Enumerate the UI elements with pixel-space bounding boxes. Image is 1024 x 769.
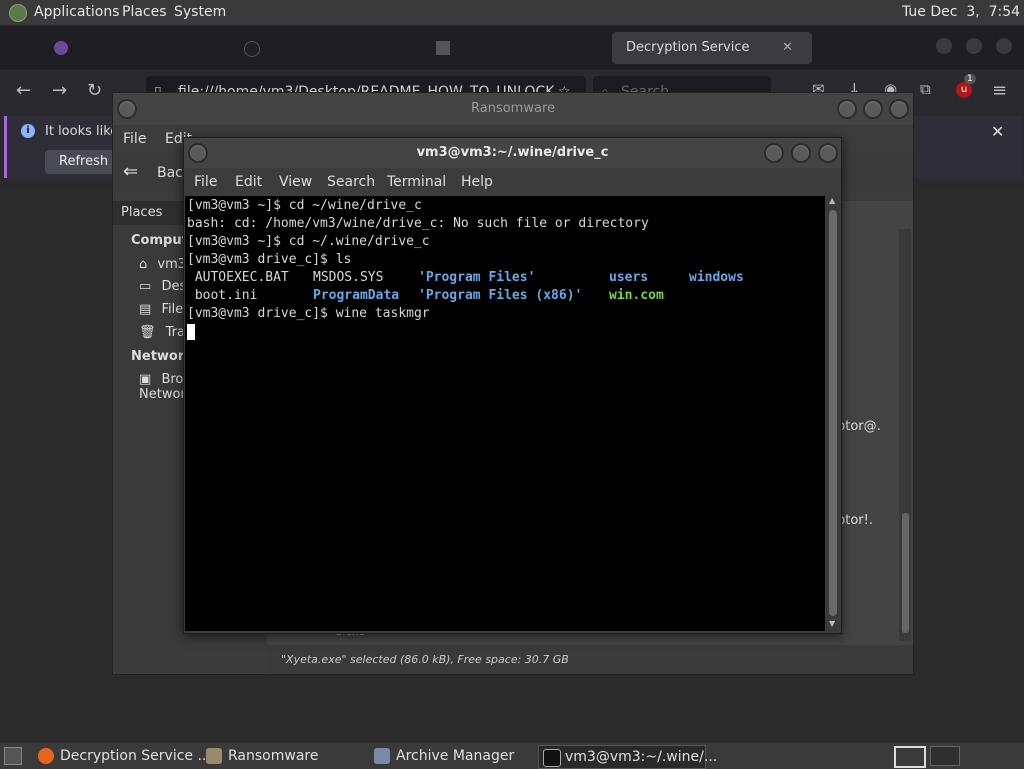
workspace-switcher-icon[interactable] — [894, 746, 926, 768]
workspace-switcher-icon[interactable] — [930, 746, 960, 766]
file-label-partial[interactable]: ptor!. — [837, 513, 873, 528]
top-panel: Applications Places System Tue Dec 3, 7:… — [0, 0, 1024, 26]
fm-scrollbar[interactable] — [899, 229, 911, 641]
terminal-menu-help[interactable]: Help — [461, 174, 493, 190]
back-icon[interactable]: ⇐ — [123, 161, 138, 182]
clock[interactable]: Tue Dec 3, 7:54 PM — [902, 4, 1024, 20]
system-menu[interactable]: System — [174, 4, 226, 20]
terminal-close-icon[interactable] — [818, 143, 838, 163]
ls-entry: AUTOEXEC.BAT — [187, 270, 289, 285]
ls-entry-exe: win.com — [609, 288, 664, 303]
window-maximize-icon[interactable] — [966, 38, 982, 54]
notice-text: It looks like — [45, 124, 119, 139]
fm-window-menu-icon[interactable] — [117, 99, 137, 119]
terminal-maximize-icon[interactable] — [791, 143, 811, 163]
fm-maximize-icon[interactable] — [863, 99, 883, 119]
fm-scrollbar-thumb[interactable] — [902, 513, 909, 633]
archive-icon — [374, 748, 390, 764]
taskbar-item-filemanager[interactable]: Ransomware — [202, 745, 378, 767]
terminal-line: [vm3@vm3 drive_c]$ ls — [187, 252, 352, 267]
ls-entry: boot.ini — [187, 288, 258, 303]
taskbar-item-browser[interactable]: Decryption Service ... — [34, 745, 216, 767]
browser-tab-active[interactable]: Decryption Service ✕ — [612, 32, 812, 64]
taskbar-item-terminal[interactable]: vm3@vm3:~/.wine/... — [538, 745, 717, 769]
folder-icon — [206, 748, 222, 764]
fm-close-icon[interactable] — [889, 99, 909, 119]
bottom-taskbar: Decryption Service ... Ransomware Archiv… — [0, 742, 1024, 769]
info-icon: i — [21, 124, 35, 138]
file-label-partial[interactable]: ptor@. — [837, 419, 881, 434]
window-minimize-icon[interactable] — [936, 38, 952, 54]
terminal-line: [vm3@vm3 drive_c]$ wine taskmgr — [187, 306, 430, 321]
trash-icon: 🗑 — [139, 325, 156, 340]
places-menu[interactable]: Places — [122, 4, 167, 20]
terminal-menu-terminal[interactable]: Terminal — [387, 174, 446, 190]
terminal-cursor — [187, 324, 195, 340]
forward-arrow-icon[interactable]: → — [52, 80, 67, 101]
terminal-line: bash: cd: /home/vm3/wine/drive_c: No suc… — [187, 216, 649, 231]
terminal-line: [vm3@vm3 ~]$ cd ~/.wine/drive_c — [187, 234, 430, 249]
tab-favicon-icon — [244, 41, 260, 57]
ls-entry: MSDOS.SYS — [313, 270, 384, 285]
terminal-icon — [543, 749, 561, 767]
ls-entry-dir: 'Program Files' — [418, 270, 536, 285]
ls-entry-dir: 'Program Files (x86)' — [418, 288, 583, 303]
home-folder-icon: ⌂ — [139, 257, 148, 272]
terminal-scrollbar-thumb[interactable] — [829, 210, 837, 616]
terminal-menubar: File Edit View Search Terminal Help — [184, 168, 841, 196]
ls-entry-dir: windows — [689, 270, 744, 285]
sidebar-item-home[interactable]: ⌂ vm3 — [139, 257, 186, 272]
terminal-minimize-icon[interactable] — [764, 143, 784, 163]
terminal-window: vm3@vm3:~/.wine/drive_c File Edit View S… — [183, 137, 842, 634]
browser-tab-inactive[interactable] — [54, 32, 204, 64]
fm-menu-file[interactable]: File — [123, 131, 146, 147]
show-desktop-icon[interactable] — [4, 747, 22, 765]
tab-favicon-icon — [436, 41, 450, 55]
fm-statusbar: "Xyeta.exe" selected (86.0 kB), Free spa… — [267, 646, 913, 674]
tab-close-icon[interactable]: ✕ — [782, 32, 793, 64]
firefox-icon — [38, 748, 54, 764]
reload-icon[interactable]: ↻ — [87, 80, 102, 101]
back-arrow-icon[interactable]: ← — [16, 80, 31, 101]
desktop-icon: ▭ — [139, 279, 152, 294]
fm-titlebar[interactable]: Ransomware — [113, 93, 913, 125]
distro-logo-icon[interactable] — [9, 4, 27, 22]
taskbar-item-archive[interactable]: Archive Manager — [370, 745, 546, 767]
terminal-output[interactable]: [vm3@vm3 ~]$ cd ~/wine/drive_c bash: cd:… — [185, 196, 825, 631]
fm-title-text: Ransomware — [471, 101, 555, 116]
extension-badge: 1 — [964, 74, 976, 84]
terminal-scrollbar[interactable]: ▲ ▼ — [826, 196, 840, 631]
extensions-icon[interactable]: ⧉ — [920, 80, 931, 98]
terminal-menu-search[interactable]: Search — [327, 174, 375, 190]
fm-status-text: "Xyeta.exe" selected (86.0 kB), Free spa… — [281, 653, 569, 666]
ls-entry-dir: users — [609, 270, 649, 285]
terminal-titlebar[interactable]: vm3@vm3:~/.wine/drive_c — [184, 138, 841, 168]
drive-icon: ▤ — [139, 302, 152, 317]
scroll-down-icon[interactable]: ▼ — [829, 619, 835, 628]
tab-title: Decryption Service — [626, 40, 750, 55]
browser-tab-inactive[interactable] — [244, 32, 394, 64]
terminal-menu-file[interactable]: File — [194, 174, 217, 190]
tab-favicon-icon — [54, 41, 68, 55]
browser-tab-inactive[interactable] — [436, 32, 586, 64]
ls-entry-dir: ProgramData — [313, 288, 400, 303]
terminal-menu-view[interactable]: View — [279, 174, 312, 190]
terminal-line: [vm3@vm3 ~]$ cd ~/wine/drive_c — [187, 198, 422, 213]
ublock-icon[interactable]: u — [956, 82, 972, 98]
terminal-window-menu-icon[interactable] — [188, 143, 208, 163]
window-close-icon[interactable] — [996, 38, 1012, 54]
scroll-up-icon[interactable]: ▲ — [829, 196, 835, 205]
terminal-menu-edit[interactable]: Edit — [235, 174, 262, 190]
fm-minimize-icon[interactable] — [837, 99, 857, 119]
terminal-title-text: vm3@vm3:~/.wine/drive_c — [416, 145, 609, 160]
notice-close-icon[interactable]: ✕ — [991, 122, 1004, 141]
applications-menu[interactable]: Applications — [34, 4, 120, 20]
network-icon: ▣ — [139, 372, 152, 387]
hamburger-menu-icon[interactable]: ≡ — [992, 80, 1007, 101]
browser-tabbar: Decryption Service ✕ — [0, 26, 1024, 70]
